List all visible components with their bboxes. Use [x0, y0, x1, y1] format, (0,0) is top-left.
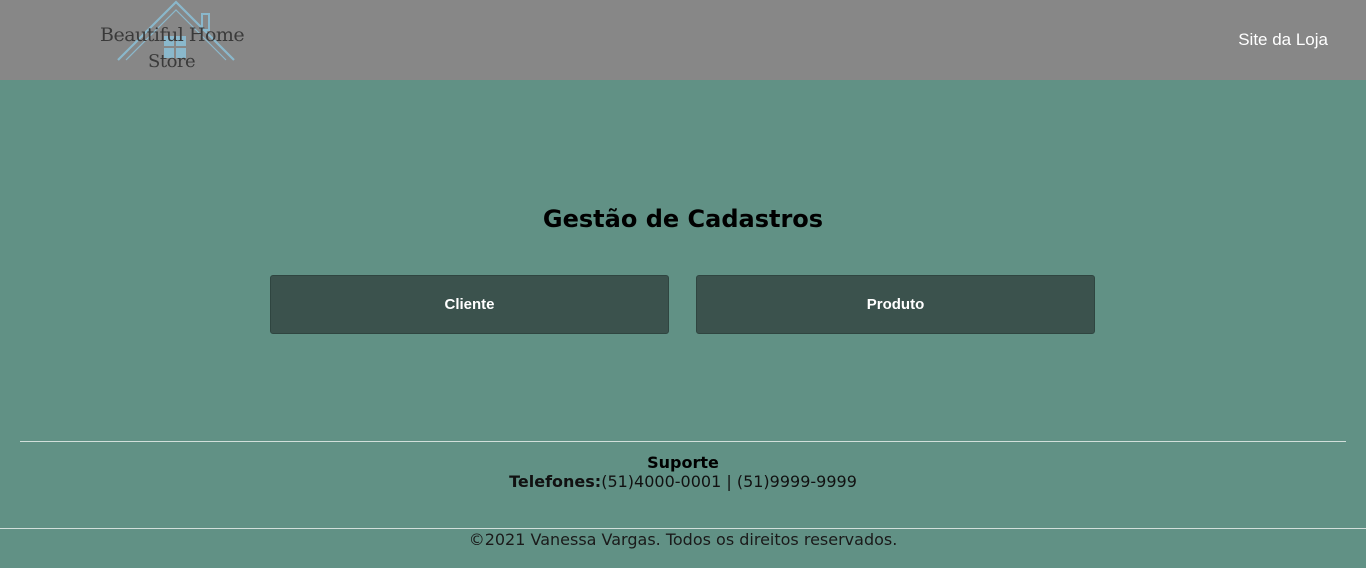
support-title: Suporte — [647, 453, 719, 472]
brand-logo[interactable]: Beautiful Home Store — [96, 0, 256, 74]
cliente-button[interactable]: Cliente — [270, 275, 669, 334]
page-title: Gestão de Cadastros — [542, 205, 824, 233]
header: Beautiful Home Store Site da Loja — [0, 0, 1366, 80]
phones-value: (51)4000-0001 | (51)9999-9999 — [601, 472, 857, 491]
footer-divider-top — [20, 441, 1346, 442]
phones-label: Telefones: — [509, 472, 602, 491]
logo-text-line2: Store — [148, 51, 196, 72]
store-site-link[interactable]: Site da Loja — [1238, 30, 1328, 50]
copyright-text: ©2021 Vanessa Vargas. Todos os direitos … — [468, 530, 898, 549]
footer-divider-bottom — [0, 528, 1366, 529]
logo-text-line1: Beautiful Home — [100, 24, 245, 46]
phone-numbers: Telefones:(51)4000-0001 | (51)9999-9999 — [0, 472, 1366, 491]
produto-button[interactable]: Produto — [696, 275, 1095, 334]
